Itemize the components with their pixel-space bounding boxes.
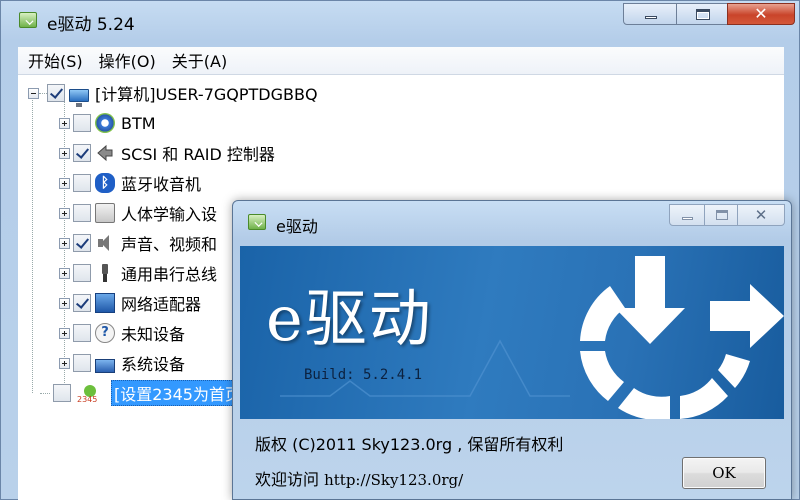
maximize-button[interactable] — [676, 3, 728, 25]
bluetooth-icon — [95, 173, 115, 193]
expand-toggle[interactable] — [59, 207, 70, 219]
website-link[interactable]: http://Sky123.0rg/ — [324, 471, 463, 489]
expand-toggle[interactable] — [59, 267, 70, 279]
expand-toggle[interactable] — [59, 327, 70, 339]
node-checkbox[interactable] — [73, 174, 91, 192]
speaker-icon — [95, 233, 115, 253]
scsi-icon — [95, 143, 115, 163]
node-checkbox[interactable] — [73, 324, 91, 342]
tree-node-label: 网络适配器 — [121, 295, 202, 314]
welcome-label: 欢迎访问 — [255, 470, 320, 489]
tree-node-label: 人体学输入设 — [121, 205, 218, 224]
app-logo-icon — [19, 12, 37, 28]
dialog-logo-icon — [248, 214, 266, 230]
tree-node-bluetooth[interactable]: 蓝牙收音机 — [59, 170, 201, 196]
tree-node-btm[interactable]: BTM — [59, 110, 156, 136]
hid-icon — [95, 203, 115, 223]
computer-icon — [69, 88, 89, 107]
dialog-title: e驱动 — [276, 217, 318, 236]
tree-node-system[interactable]: 系统设备 — [59, 350, 185, 376]
tree-node-label-selected: [设置2345为首页 — [111, 380, 244, 406]
minimize-icon — [682, 217, 693, 220]
banner-title: e驱动 — [266, 282, 433, 355]
node-checkbox[interactable] — [73, 204, 91, 222]
tree-node-scsi[interactable]: SCSI 和 RAID 控制器 — [59, 140, 275, 166]
about-banner: e驱动 Build: 5.2.4.1 — [240, 246, 784, 419]
tree-node-label: 蓝牙收音机 — [121, 175, 202, 194]
usb-icon — [95, 263, 115, 283]
refresh-arrow-logo — [580, 256, 784, 419]
expand-toggle[interactable] — [59, 297, 70, 309]
menu-about[interactable]: 关于(A) — [166, 46, 233, 75]
gear-device-icon — [95, 113, 115, 133]
tree-node-usb[interactable]: 通用串行总线 — [59, 260, 217, 286]
node-checkbox[interactable] — [73, 264, 91, 282]
minimize-button[interactable] — [623, 3, 677, 25]
system-device-icon — [95, 359, 115, 373]
expand-toggle[interactable] — [59, 147, 70, 159]
window-title: e驱动 5.24 — [47, 15, 135, 35]
node-checkbox[interactable] — [73, 354, 91, 372]
dialog-window-controls: ✕ — [669, 204, 785, 226]
node-checkbox[interactable] — [73, 144, 91, 162]
menu-start[interactable]: 开始(S) — [22, 46, 89, 75]
close-icon: ✕ — [754, 206, 768, 224]
tree-dash — [39, 92, 47, 94]
tree-node-label: 系统设备 — [121, 355, 186, 374]
expand-toggle[interactable] — [59, 117, 70, 129]
tree-node-label: 未知设备 — [121, 325, 186, 344]
tree-node-label: 通用串行总线 — [121, 265, 218, 284]
tree-node-label: SCSI 和 RAID 控制器 — [121, 145, 275, 164]
dialog-maximize-button[interactable] — [704, 204, 738, 226]
unknown-device-icon — [95, 323, 115, 343]
svg-text:2345: 2345 — [77, 395, 97, 403]
expand-toggle[interactable] — [59, 357, 70, 369]
network-icon — [95, 293, 115, 313]
minimize-icon — [645, 16, 657, 19]
close-icon: ✕ — [754, 4, 768, 23]
tree-dash — [40, 392, 50, 394]
maximize-icon — [696, 9, 710, 20]
menu-bar: 开始(S) 操作(O) 关于(A) — [18, 47, 784, 75]
tree-node-network[interactable]: 网络适配器 — [59, 290, 201, 316]
close-button[interactable]: ✕ — [727, 3, 795, 25]
tree-node-sound[interactable]: 声音、视频和 — [59, 230, 217, 256]
menu-operation[interactable]: 操作(O) — [93, 46, 162, 75]
tree-node-label: 声音、视频和 — [121, 235, 218, 254]
node-checkbox[interactable] — [73, 294, 91, 312]
dialog-minimize-button[interactable] — [669, 204, 705, 226]
window-controls: ✕ — [623, 3, 795, 25]
node-checkbox[interactable] — [53, 384, 71, 402]
2345-icon: 2345 — [75, 383, 105, 404]
node-checkbox[interactable] — [73, 114, 91, 132]
welcome-line: 欢迎访问 http://Sky123.0rg/ — [255, 466, 463, 490]
title-bar[interactable]: e驱动 5.24 ✕ — [1, 1, 799, 45]
tree-node-root[interactable]: [计算机]USER-7GQPTDGBBQ — [28, 80, 318, 107]
tree-node-hid[interactable]: 人体学输入设 — [59, 200, 217, 226]
about-dialog: e驱动 ✕ e驱动 Build: 5.2.4.1 版权 (C)2011 Sky1… — [232, 200, 792, 500]
root-checkbox[interactable] — [47, 84, 65, 102]
collapse-toggle[interactable] — [28, 87, 39, 99]
node-checkbox[interactable] — [73, 234, 91, 252]
expand-toggle[interactable] — [59, 177, 70, 189]
build-version: Build: 5.2.4.1 — [304, 367, 423, 383]
tree-node-2345[interactable]: 2345 [设置2345为首页 — [40, 380, 244, 406]
tree-root-connector-line — [32, 97, 33, 393]
dialog-close-button[interactable]: ✕ — [737, 204, 785, 226]
tree-node-unknown[interactable]: 未知设备 — [59, 320, 185, 346]
tree-node-label: BTM — [121, 113, 156, 133]
ok-button[interactable]: OK — [682, 457, 766, 489]
expand-toggle[interactable] — [59, 237, 70, 249]
maximize-icon — [716, 210, 728, 220]
tree-node-label: [计算机]USER-7GQPTDGBBQ — [95, 85, 318, 104]
copyright-text: 版权 (C)2011 Sky123.0rg , 保留所有权利 — [255, 435, 564, 454]
